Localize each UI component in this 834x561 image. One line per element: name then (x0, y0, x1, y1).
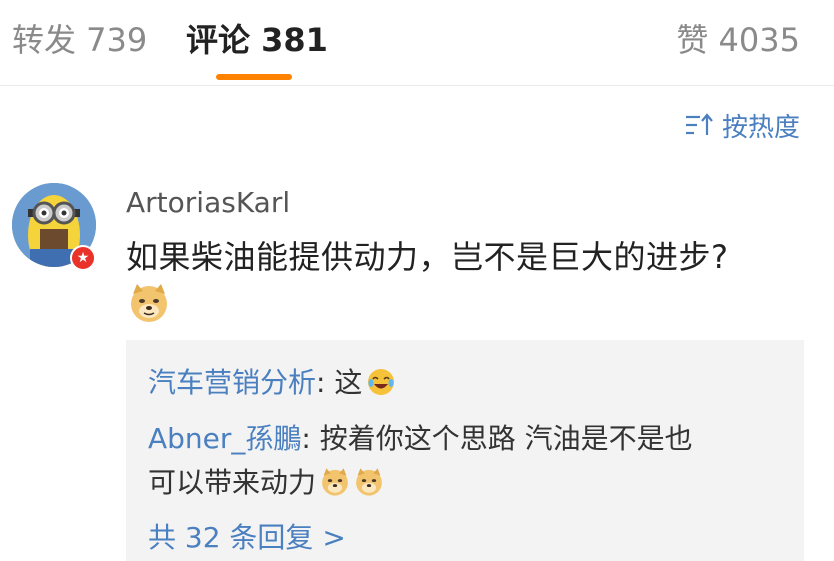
active-tab-indicator (216, 74, 292, 80)
tab-like[interactable]: 赞 4035 (676, 18, 800, 62)
reply-item: Abner_孫鵬: 按着你这个思路 汽油是不是也 (148, 416, 693, 462)
reply-separator: : (301, 422, 320, 455)
sort-button[interactable]: 按热度 (684, 106, 800, 144)
reply-list: 汽车营销分析: 这 Abner_孫鵬: 按着你这个思路 汽油是不是也 可以带来动… (126, 340, 804, 561)
reply-text-continued: 可以带来动力 (148, 466, 317, 499)
doge-emoji (322, 468, 348, 496)
reply-text: 这 (334, 366, 363, 399)
sort-label: 按热度 (721, 112, 800, 143)
reply-separator: : (316, 366, 335, 399)
reply-item: 汽车营销分析: 这 (148, 360, 396, 406)
tab-repost[interactable]: 转发 739 (12, 18, 147, 62)
laugh-cry-emoji (368, 369, 395, 395)
sort-icon (685, 113, 713, 135)
reply-author[interactable]: Abner_孫鵬 (148, 422, 301, 455)
doge-emoji (131, 284, 167, 322)
reply-item-continued: 可以带来动力 (148, 460, 384, 506)
tab-bar: 转发 739 评论 381 赞 4035 (0, 0, 834, 86)
reply-author[interactable]: 汽车营销分析 (148, 366, 316, 399)
doge-emoji (356, 468, 382, 496)
vip-star-icon: ★ (70, 245, 96, 271)
comment-username[interactable]: ArtoriasKarl (126, 186, 290, 219)
comment-text: 如果柴油能提供动力，岂不是巨大的进步? (126, 238, 729, 276)
reply-text: 按着你这个思路 汽油是不是也 (319, 422, 693, 455)
tab-comment[interactable]: 评论 381 (186, 18, 328, 62)
more-replies-link[interactable]: 共 32 条回复 > (148, 518, 346, 558)
